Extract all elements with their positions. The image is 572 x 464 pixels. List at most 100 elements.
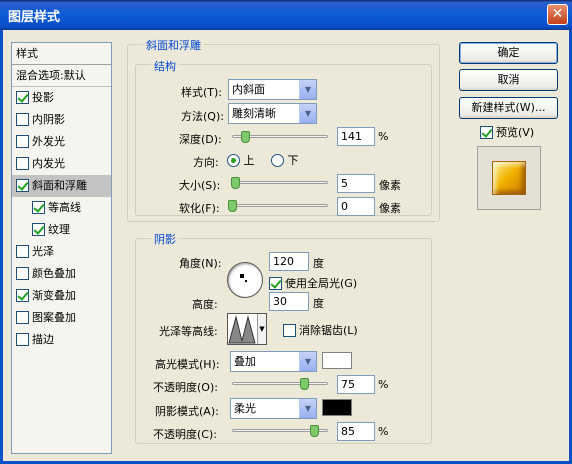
style-checkbox[interactable] <box>16 311 29 324</box>
style-list-item[interactable]: 光泽 <box>12 241 111 263</box>
style-checkbox[interactable] <box>16 135 29 148</box>
radio-icon[interactable] <box>271 154 284 167</box>
style-list-item[interactable]: 纹理 <box>12 219 111 241</box>
style-select-value: 内斜面 <box>232 83 265 96</box>
soften-input[interactable]: 0 <box>337 197 375 216</box>
styles-header[interactable]: 样式 <box>12 43 111 65</box>
style-list-item[interactable]: 内阴影 <box>12 109 111 131</box>
close-button[interactable]: ✕ <box>547 4 568 25</box>
style-checkbox[interactable] <box>16 333 29 346</box>
chevron-down-icon: ▼ <box>299 80 316 99</box>
highlight-opacity-slider[interactable] <box>232 378 328 390</box>
style-list-item[interactable]: 斜面和浮雕 <box>12 175 111 197</box>
new-style-button[interactable]: 新建样式(W)... <box>459 97 558 119</box>
style-item-label: 描边 <box>32 333 54 346</box>
cancel-button[interactable]: 取消 <box>459 69 558 91</box>
shadow-opacity-slider[interactable] <box>232 425 328 437</box>
antialias-checkbox[interactable] <box>283 324 296 337</box>
blend-options-item[interactable]: 混合选项:默认 <box>12 65 111 87</box>
style-item-label: 颜色叠加 <box>32 267 76 280</box>
shadow-mode-value: 柔光 <box>234 402 256 415</box>
chevron-down-icon: ▼ <box>299 399 316 418</box>
preview-swatch-icon <box>492 161 526 195</box>
slider-thumb[interactable] <box>228 200 237 212</box>
direction-down-option[interactable]: 下 <box>271 152 299 168</box>
size-input[interactable]: 5 <box>337 174 375 193</box>
style-checkbox[interactable] <box>16 157 29 170</box>
angle-dial[interactable] <box>227 262 263 298</box>
gloss-contour-picker[interactable]: ▼ <box>227 313 267 345</box>
direction-down-label: 下 <box>287 154 299 167</box>
direction-label: 方向: <box>193 156 219 169</box>
slider-thumb[interactable] <box>309 425 319 437</box>
technique-select[interactable]: 雕刻清晰 ▼ <box>228 103 317 124</box>
size-label: 大小(S): <box>179 179 221 192</box>
size-unit: 像素 <box>379 179 401 192</box>
structure-title: 结构 <box>151 58 179 74</box>
global-light-label: 使用全局光(G) <box>285 277 358 290</box>
soften-label: 软化(F): <box>179 202 220 215</box>
style-checkbox[interactable] <box>32 223 45 236</box>
direction-up-option[interactable]: 上 <box>227 152 255 168</box>
style-checkbox[interactable] <box>16 91 29 104</box>
styles-list: 样式 混合选项:默认 投影 内阴影外发光内发光斜面和浮雕 等高线纹理光泽颜色叠加渐变… <box>11 42 112 454</box>
depth-unit: % <box>378 130 389 143</box>
style-list-item[interactable]: 内发光 <box>12 153 111 175</box>
highlight-color-swatch[interactable] <box>322 352 352 369</box>
highlight-mode-value: 叠加 <box>234 355 256 368</box>
highlight-mode-label: 高光模式(H): <box>155 358 220 371</box>
soften-slider[interactable] <box>228 200 328 212</box>
depth-input[interactable]: 141 <box>337 127 375 146</box>
style-list-item[interactable]: 投影 <box>12 87 111 109</box>
style-list-item[interactable]: 渐变叠加 <box>12 285 111 307</box>
altitude-input[interactable]: 30 <box>269 292 309 311</box>
style-list-item[interactable]: 描边 <box>12 329 111 351</box>
slider-thumb[interactable] <box>300 378 309 390</box>
size-slider[interactable] <box>230 177 328 189</box>
style-list-item[interactable]: 图案叠加 <box>12 307 111 329</box>
depth-slider[interactable] <box>232 131 328 143</box>
opacity1-unit: % <box>378 378 389 391</box>
angle-input[interactable]: 120 <box>269 252 309 271</box>
style-item-label: 图案叠加 <box>32 311 76 324</box>
style-list-item[interactable]: 等高线 <box>12 197 111 219</box>
global-light-option[interactable]: 使用全局光(G) <box>269 275 357 291</box>
technique-label: 方法(Q): <box>181 110 224 123</box>
highlight-mode-select[interactable]: 叠加 ▼ <box>230 351 317 372</box>
style-checkbox[interactable] <box>32 201 45 214</box>
slider-track <box>232 181 328 184</box>
preview-option[interactable]: 预览(V) <box>480 124 534 140</box>
style-item-label: 渐变叠加 <box>32 289 76 302</box>
style-item-label: 纹理 <box>48 223 70 236</box>
style-checkbox[interactable] <box>16 179 29 192</box>
style-checkbox[interactable] <box>16 267 29 280</box>
style-checkbox[interactable] <box>16 245 29 258</box>
slider-thumb[interactable] <box>230 177 240 189</box>
style-select[interactable]: 内斜面 ▼ <box>228 79 317 100</box>
style-checkbox[interactable] <box>16 289 29 302</box>
shadow-opacity-input[interactable]: 85 <box>337 422 375 441</box>
preview-thumbnail <box>477 146 541 210</box>
antialias-option[interactable]: 消除锯齿(L) <box>283 322 358 338</box>
angle-center-icon <box>245 280 247 282</box>
style-list-item[interactable]: 外发光 <box>12 131 111 153</box>
style-item-label: 内发光 <box>32 157 65 170</box>
slider-thumb[interactable] <box>241 131 251 143</box>
style-checkbox[interactable] <box>16 113 29 126</box>
preview-checkbox[interactable] <box>480 126 493 139</box>
shadow-color-swatch[interactable] <box>322 399 352 416</box>
depth-label: 深度(D): <box>179 133 222 146</box>
global-light-checkbox[interactable] <box>269 277 282 290</box>
gloss-contour-label: 光泽等高线: <box>159 325 218 338</box>
chevron-down-icon: ▼ <box>299 352 316 371</box>
chevron-down-icon[interactable]: ▼ <box>257 314 266 344</box>
radio-selected-icon[interactable] <box>227 154 240 167</box>
style-item-label: 外发光 <box>32 135 65 148</box>
slider-track <box>232 382 328 385</box>
style-list-item[interactable]: 颜色叠加 <box>12 263 111 285</box>
opacity2-unit: % <box>378 425 389 438</box>
highlight-opacity-input[interactable]: 75 <box>337 375 375 394</box>
ok-button[interactable]: 确定 <box>459 42 558 64</box>
shadow-mode-select[interactable]: 柔光 ▼ <box>230 398 317 419</box>
window-title: 图层样式 <box>8 10 61 25</box>
